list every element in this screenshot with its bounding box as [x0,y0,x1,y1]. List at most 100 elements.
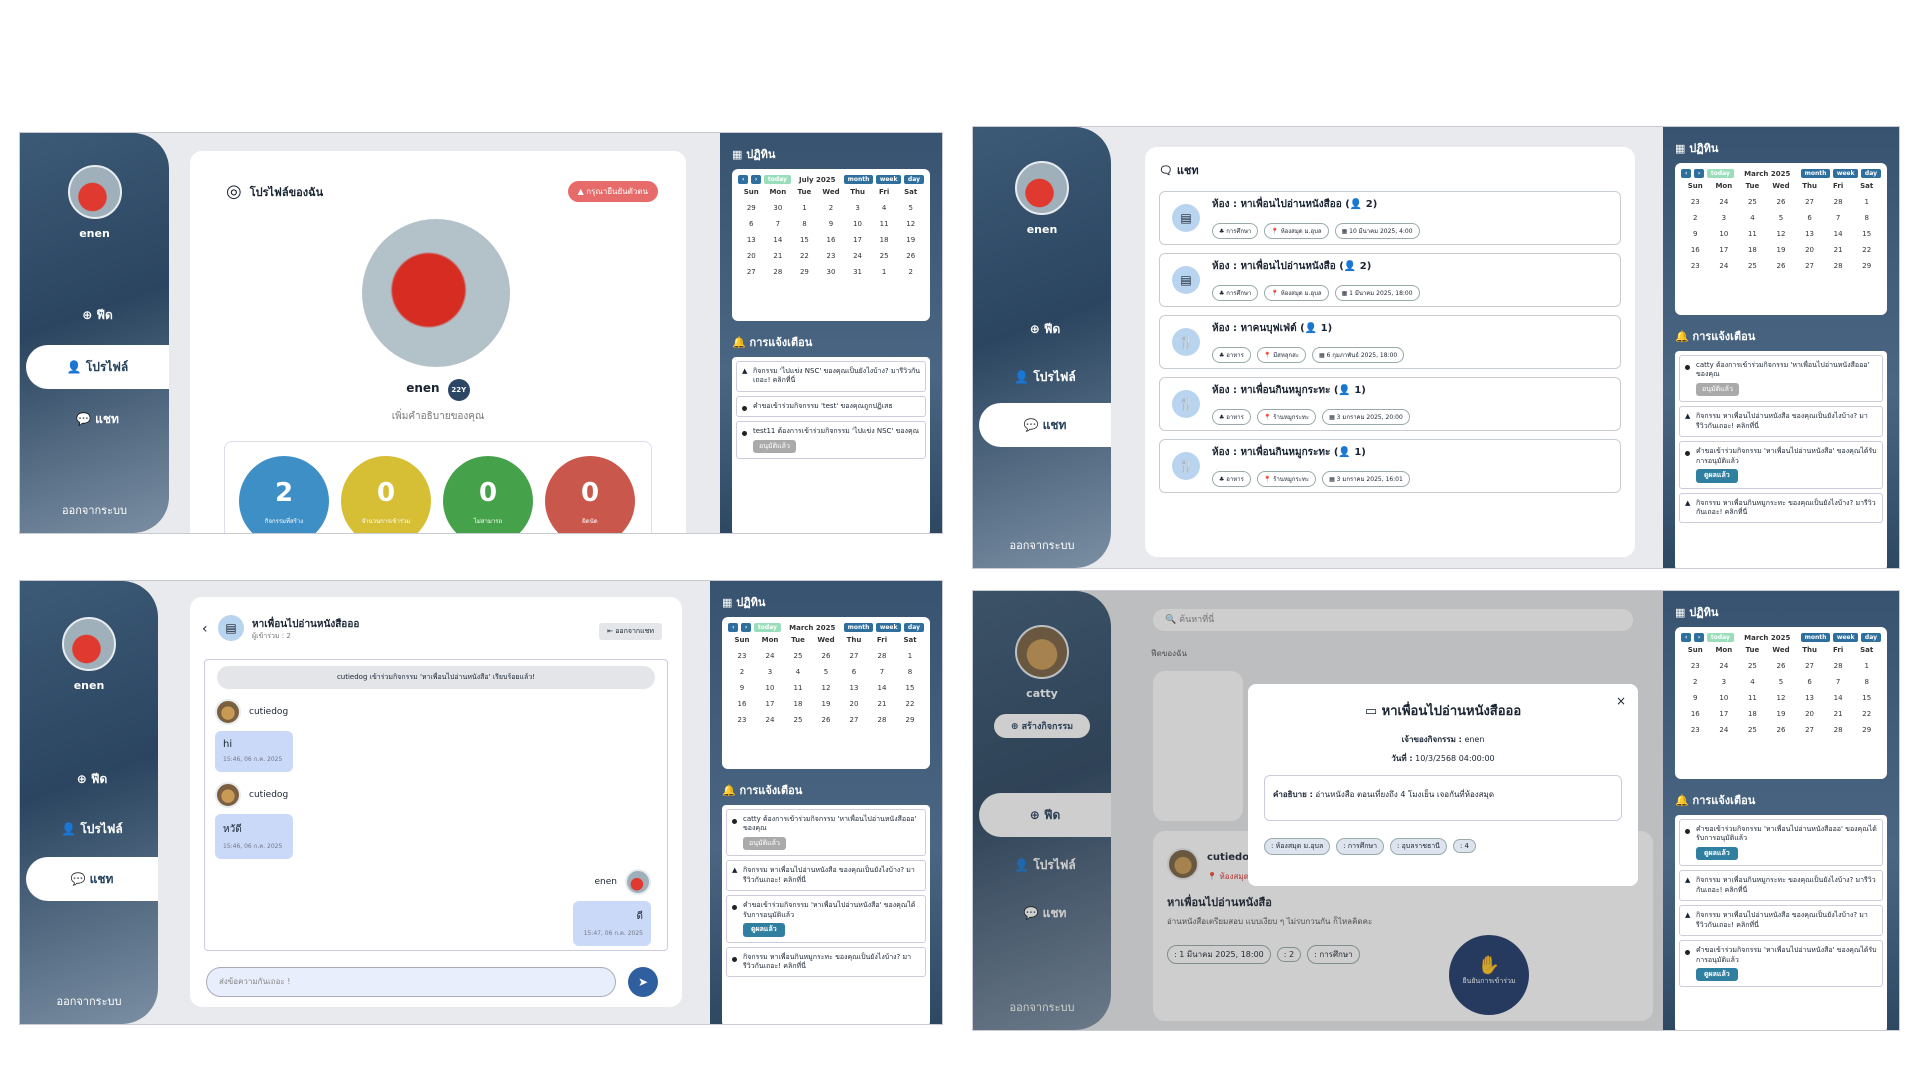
calendar-day[interactable]: 19 [897,236,924,244]
nav-profile[interactable]: 👤 โปรไฟล์ [26,345,169,389]
calendar-day[interactable]: 28 [1824,262,1853,270]
calendar-day[interactable]: 17 [1710,246,1739,254]
notification-item[interactable]: คำขอเข้าร่วมกิจกรรม 'test' ของคุณถูกปฏิเ… [736,395,926,418]
day-view-button[interactable]: day [903,623,924,632]
calendar-day[interactable]: 25 [1738,198,1767,206]
notification-item[interactable]: คำขอเข้าร่วมกิจกรรม 'หาเพื่อนไปอ่านหนังส… [1679,819,1883,867]
calendar-day[interactable]: 29 [791,268,818,276]
chat-room-item[interactable]: ▤ ห้อง : หาเพื่อนไปอ่านหนังสือ (👤 2) ♣ การ… [1159,253,1621,307]
calendar-day[interactable]: 5 [897,204,924,212]
verify-alert-button[interactable]: ▲ กรุณายืนยันตัวตน [567,181,658,202]
calendar-day[interactable]: 18 [1738,710,1767,718]
calendar-day[interactable]: 23 [728,652,756,660]
calendar-day[interactable]: 19 [1767,246,1796,254]
calendar-day[interactable]: 4 [784,668,812,676]
calendar-day[interactable]: 16 [818,236,845,244]
calendar-day[interactable]: 12 [897,220,924,228]
notification-item[interactable]: กิจกรรม หาเพื่อนไปอ่านหนังสือ ของคุณเป็น… [1679,905,1883,937]
calendar-day[interactable]: 10 [1710,694,1739,702]
calendar-day[interactable]: 2 [728,668,756,676]
calendar-day[interactable]: 3 [756,668,784,676]
calendar-day[interactable]: 24 [1710,726,1739,734]
nav-feed[interactable]: ⊕ ฟีด [26,293,169,337]
calendar-day[interactable]: 25 [871,252,898,260]
calendar-day[interactable]: 23 [1681,198,1710,206]
calendar-day[interactable]: 5 [1767,678,1796,686]
notification-item[interactable]: กิจกรรม หาเพื่อนไปอ่านหนังสือ ของคุณเป็น… [726,860,926,892]
notification-item[interactable]: คำขอเข้าร่วมกิจกรรม 'หาเพื่อนไปอ่านหนังส… [726,895,926,943]
calendar-day[interactable]: 23 [728,716,756,724]
calendar-day[interactable]: 10 [844,220,871,228]
today-button[interactable]: today [1706,169,1734,178]
next-button[interactable]: › [1693,633,1705,642]
calendar-day[interactable]: 22 [896,700,924,708]
view-button[interactable]: ดูผลแล้ว [743,923,785,937]
day-view-button[interactable]: day [903,175,924,184]
calendar-day[interactable]: 9 [1681,694,1710,702]
calendar-day[interactable]: 23 [1681,262,1710,270]
logout-button[interactable]: ออกจากระบบ [973,536,1111,554]
calendar-day[interactable]: 8 [1852,214,1881,222]
calendar-day[interactable]: 22 [791,252,818,260]
notification-item[interactable]: กิจกรรม หาเพื่อนกินหมูกระทะ ของคุณเป็นยั… [1679,870,1883,902]
calendar-day[interactable]: 28 [1824,726,1853,734]
calendar-day[interactable]: 24 [1710,262,1739,270]
calendar-day[interactable]: 13 [1795,230,1824,238]
calendar-day[interactable]: 7 [868,668,896,676]
calendar-day[interactable]: 15 [1852,230,1881,238]
nav-chat[interactable]: 💬 แชท [26,857,158,901]
calendar-day[interactable]: 12 [1767,694,1796,702]
avatar[interactable] [1015,161,1069,215]
calendar-day[interactable]: 14 [868,684,896,692]
calendar-day[interactable]: 21 [868,700,896,708]
calendar-day[interactable]: 26 [812,716,840,724]
calendar-day[interactable]: 17 [844,236,871,244]
calendar-day[interactable]: 8 [791,220,818,228]
calendar-day[interactable]: 20 [1795,710,1824,718]
calendar-day[interactable]: 28 [765,268,792,276]
week-view-button[interactable]: week [1832,633,1859,642]
calendar-day[interactable]: 25 [784,652,812,660]
leave-chat-button[interactable]: ⇤ ออกจากแชท [599,623,662,640]
calendar-day[interactable]: 26 [1767,662,1796,670]
calendar-day[interactable]: 26 [897,252,924,260]
nav-chat[interactable]: 💬 แชท [979,403,1111,447]
calendar-day[interactable]: 26 [1767,198,1796,206]
logout-button[interactable]: ออกจากระบบ [20,992,158,1010]
calendar-day[interactable]: 1 [791,204,818,212]
calendar-day[interactable]: 14 [1824,694,1853,702]
calendar-day[interactable]: 20 [1795,246,1824,254]
calendar-day[interactable]: 11 [1738,694,1767,702]
calendar-day[interactable]: 7 [1824,678,1853,686]
next-button[interactable]: › [1693,169,1705,178]
calendar-day[interactable]: 20 [840,700,868,708]
calendar-day[interactable]: 22 [1852,710,1881,718]
calendar-day[interactable]: 1 [871,268,898,276]
calendar-day[interactable]: 12 [812,684,840,692]
calendar-day[interactable]: 11 [871,220,898,228]
avatar[interactable] [67,165,122,219]
calendar-day[interactable]: 31 [844,268,871,276]
calendar-day[interactable]: 24 [1710,198,1739,206]
nav-feed[interactable]: ⊕ ฟีด [26,757,158,801]
calendar-day[interactable]: 2 [897,268,924,276]
prev-button[interactable]: ‹ [728,623,739,632]
calendar-day[interactable]: 27 [1795,198,1824,206]
calendar-day[interactable]: 1 [1852,198,1881,206]
calendar-day[interactable]: 27 [1795,262,1824,270]
calendar-day[interactable]: 7 [765,220,792,228]
today-button[interactable]: today [753,623,781,632]
calendar-day[interactable]: 27 [840,652,868,660]
month-view-button[interactable]: month [1800,633,1831,642]
view-button[interactable]: ดูผลแล้ว [1696,967,1738,982]
calendar-day[interactable]: 24 [756,716,784,724]
view-button[interactable]: ดูผลแล้ว [1696,469,1738,483]
today-button[interactable]: today [1706,633,1734,642]
calendar-day[interactable]: 3 [844,204,871,212]
prev-button[interactable]: ‹ [1681,169,1692,178]
calendar-day[interactable]: 22 [1852,246,1881,254]
calendar-day[interactable]: 19 [1767,710,1796,718]
notification-item[interactable]: กิจกรรม หาเพื่อนกินหมูกระทะ ของคุณเป็นยั… [726,946,926,978]
today-button[interactable]: today [763,175,791,184]
chat-room-item[interactable]: 🍴 ห้อง : หาคนบุฟเฟ่ต์ (👤 1) ♣ อาหาร 📍 มีสหล… [1159,315,1621,369]
